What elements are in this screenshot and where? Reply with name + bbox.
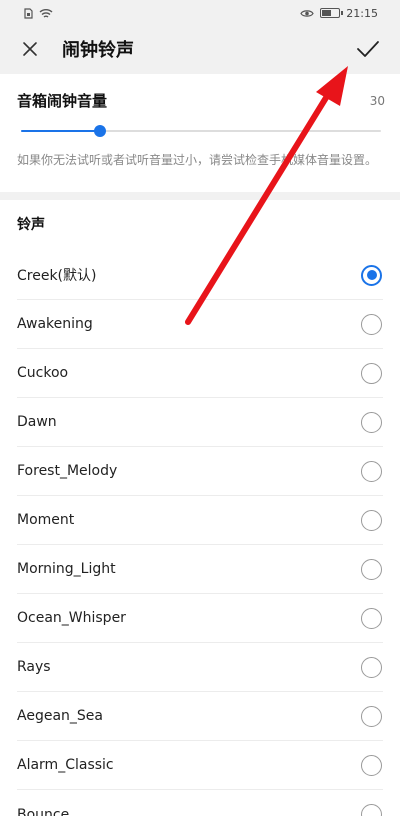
close-icon: [23, 42, 37, 56]
ringtone-item[interactable]: Aegean_Sea: [17, 692, 383, 741]
ringtone-card: 铃声 Creek(默认) Awakening Cuckoo Dawn Forest_Me…: [0, 200, 400, 816]
ringtone-name: Alarm_Classic: [17, 757, 114, 773]
status-time: 21:15: [346, 6, 378, 20]
battery-fill: [322, 10, 332, 16]
radio-button[interactable]: [361, 558, 382, 580]
ringtone-name: Creek(默认): [17, 268, 97, 284]
ringtone-name: Cuckoo: [17, 365, 69, 381]
ringtone-name: Dawn: [17, 414, 57, 430]
ringtone-name: Ocean_Whisper: [17, 610, 126, 626]
radio-button[interactable]: [361, 509, 382, 531]
eye-icon: [300, 9, 314, 17]
confirm-button[interactable]: [354, 35, 382, 63]
radio-button[interactable]: [361, 705, 382, 727]
page-title: 闹钟铃声: [62, 40, 134, 61]
ringtone-item[interactable]: Rays: [17, 643, 383, 692]
radio-button[interactable]: [361, 313, 382, 335]
volume-slider[interactable]: [17, 121, 383, 141]
wifi-icon: [39, 8, 53, 18]
ringtone-name: Aegean_Sea: [17, 708, 103, 724]
ringtone-list: Creek(默认) Awakening Cuckoo Dawn Forest_Melod…: [17, 251, 383, 816]
ringtone-item[interactable]: Forest_Melody: [17, 447, 383, 496]
radio-button[interactable]: [361, 754, 382, 776]
slider-thumb[interactable]: [94, 125, 107, 137]
radio-button[interactable]: [361, 411, 382, 433]
ringtone-name: Bounce: [17, 806, 70, 816]
ringtone-item[interactable]: Creek(默认): [17, 251, 383, 300]
ringtone-name: Awakening: [17, 316, 93, 332]
radio-button[interactable]: [361, 460, 382, 482]
battery-icon: [320, 8, 344, 18]
radio-button[interactable]: [361, 607, 382, 629]
ringtone-item[interactable]: Cuckoo: [17, 349, 383, 398]
app-header: 闹钟铃声: [0, 26, 400, 72]
check-icon: [357, 41, 379, 57]
volume-card: 音箱闹钟音量 30 如果你无法试听或者试听音量过小，请尝试检查手机媒体音量设置。: [0, 74, 400, 192]
section-title: 铃声: [17, 217, 45, 233]
radio-button[interactable]: [361, 264, 382, 286]
status-bar: 21:15: [0, 0, 400, 26]
ringtone-name: Morning_Light: [17, 561, 116, 577]
ringtone-name: Forest_Melody: [17, 463, 118, 479]
ringtone-item[interactable]: Morning_Light: [17, 545, 383, 594]
ringtone-item[interactable]: Dawn: [17, 398, 383, 447]
ringtone-item[interactable]: Moment: [17, 496, 383, 545]
ringtone-item[interactable]: Alarm_Classic: [17, 741, 383, 790]
ringtone-item[interactable]: Bounce: [17, 790, 383, 816]
slider-fill: [21, 130, 101, 132]
status-right: 21:15: [300, 7, 378, 20]
ringtone-item[interactable]: Awakening: [17, 300, 383, 349]
ringtone-name: Moment: [17, 512, 75, 528]
radio-button[interactable]: [361, 804, 382, 816]
sim-icon: [24, 7, 33, 19]
ringtone-item[interactable]: Ocean_Whisper: [17, 594, 383, 643]
close-button[interactable]: [18, 37, 42, 61]
volume-label: 音箱闹钟音量: [17, 92, 108, 110]
status-left: [24, 7, 53, 19]
radio-button[interactable]: [361, 656, 382, 678]
ringtone-name: Rays: [17, 659, 51, 675]
volume-row: 音箱闹钟音量 30: [17, 90, 385, 111]
volume-value: 30: [369, 93, 385, 108]
radio-button[interactable]: [361, 362, 382, 384]
volume-hint: 如果你无法试听或者试听音量过小，请尝试检查手机媒体音量设置。: [17, 153, 378, 167]
